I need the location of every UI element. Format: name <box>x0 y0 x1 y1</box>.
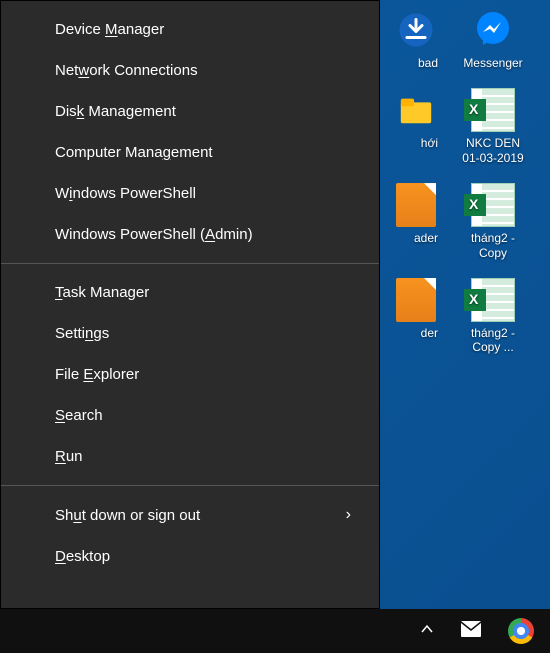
winx-item-s2-2[interactable]: File Explorer <box>1 354 379 395</box>
taskbar-mail-icon[interactable] <box>460 620 482 642</box>
winx-item-s1-3[interactable]: Computer Management <box>1 132 379 173</box>
desktop-background: bad Messenger hới NKC DEN 01-03 <box>0 0 550 653</box>
partial-icon[interactable]: der <box>398 278 438 355</box>
menu-item-label: Device Manager <box>55 21 164 38</box>
winx-item-s1-5[interactable]: Windows PowerShell (Admin) <box>1 214 379 255</box>
desktop-icons-column: bad Messenger hới NKC DEN 01-03 <box>388 0 538 355</box>
winx-item-s1-0[interactable]: Device Manager <box>1 9 379 50</box>
excel-glyph-icon <box>471 278 515 322</box>
desktop-icon-row: ader tháng2 - Copy <box>388 183 538 260</box>
menu-item-label: Windows PowerShell <box>55 185 196 202</box>
menu-item-label: Settings <box>55 325 109 342</box>
winx-power-menu: Device Manager Network Connections Disk Ma… <box>0 0 380 609</box>
menu-item-label: Network Connections <box>55 62 198 79</box>
icon-label: hới <box>378 136 438 150</box>
download-glyph-icon <box>394 8 438 52</box>
download-icon[interactable]: bad <box>398 8 438 70</box>
winx-item-s2-1[interactable]: Settings <box>1 313 379 354</box>
menu-separator <box>1 263 379 264</box>
menu-item-label: Windows PowerShell (Admin) <box>55 226 253 243</box>
partial-icon[interactable]: ader <box>398 183 438 260</box>
menu-item-label: Desktop <box>55 548 110 565</box>
icon-label: der <box>378 326 438 340</box>
winx-item-s3-0[interactable]: Shut down or sign out › <box>1 494 379 536</box>
menu-item-label: Shut down or sign out <box>55 507 200 524</box>
icon-label: NKC DEN 01-03-2019 <box>458 136 528 165</box>
messenger-glyph-icon <box>471 8 515 52</box>
document-glyph-icon <box>394 278 438 322</box>
winx-item-s3-1[interactable]: Desktop <box>1 536 379 577</box>
menu-separator <box>1 485 379 486</box>
excel-file-icon[interactable]: NKC DEN 01-03-2019 <box>458 88 528 165</box>
desktop-icon-row: der tháng2 - Copy ... <box>388 278 538 355</box>
icon-label: tháng2 - Copy ... <box>458 326 528 355</box>
excel-file-icon[interactable]: tháng2 - Copy ... <box>458 278 528 355</box>
excel-glyph-icon <box>471 183 515 227</box>
excel-file-icon[interactable]: tháng2 - Copy <box>458 183 528 260</box>
winx-item-s2-3[interactable]: Search <box>1 395 379 436</box>
icon-label: Messenger <box>463 56 522 70</box>
folder-glyph-icon <box>394 88 438 132</box>
menu-item-label: Computer Management <box>55 144 213 161</box>
partial-icon[interactable]: hới <box>398 88 438 165</box>
icon-label: bad <box>378 56 438 70</box>
icon-label: tháng2 - Copy <box>458 231 528 260</box>
taskbar-chrome-icon[interactable] <box>508 618 534 644</box>
taskbar <box>0 609 550 653</box>
icon-label: ader <box>378 231 438 245</box>
winx-item-s1-4[interactable]: Windows PowerShell <box>1 173 379 214</box>
winx-item-s2-0[interactable]: Task Manager <box>1 272 379 313</box>
winx-item-s1-2[interactable]: Disk Management <box>1 91 379 132</box>
menu-item-label: Disk Management <box>55 103 176 120</box>
desktop-icon-row: hới NKC DEN 01-03-2019 <box>388 88 538 165</box>
excel-glyph-icon <box>471 88 515 132</box>
menu-item-label: File Explorer <box>55 366 139 383</box>
winx-item-s2-4[interactable]: Run <box>1 436 379 477</box>
document-glyph-icon <box>394 183 438 227</box>
desktop-icon-row: bad Messenger <box>388 8 538 70</box>
winx-item-s1-1[interactable]: Network Connections <box>1 50 379 91</box>
taskbar-tray-up-icon[interactable] <box>420 622 434 640</box>
chevron-right-icon: › <box>346 506 351 524</box>
messenger-icon[interactable]: Messenger <box>458 8 528 70</box>
menu-item-label: Run <box>55 448 83 465</box>
menu-item-label: Search <box>55 407 103 424</box>
menu-item-label: Task Manager <box>55 284 149 301</box>
